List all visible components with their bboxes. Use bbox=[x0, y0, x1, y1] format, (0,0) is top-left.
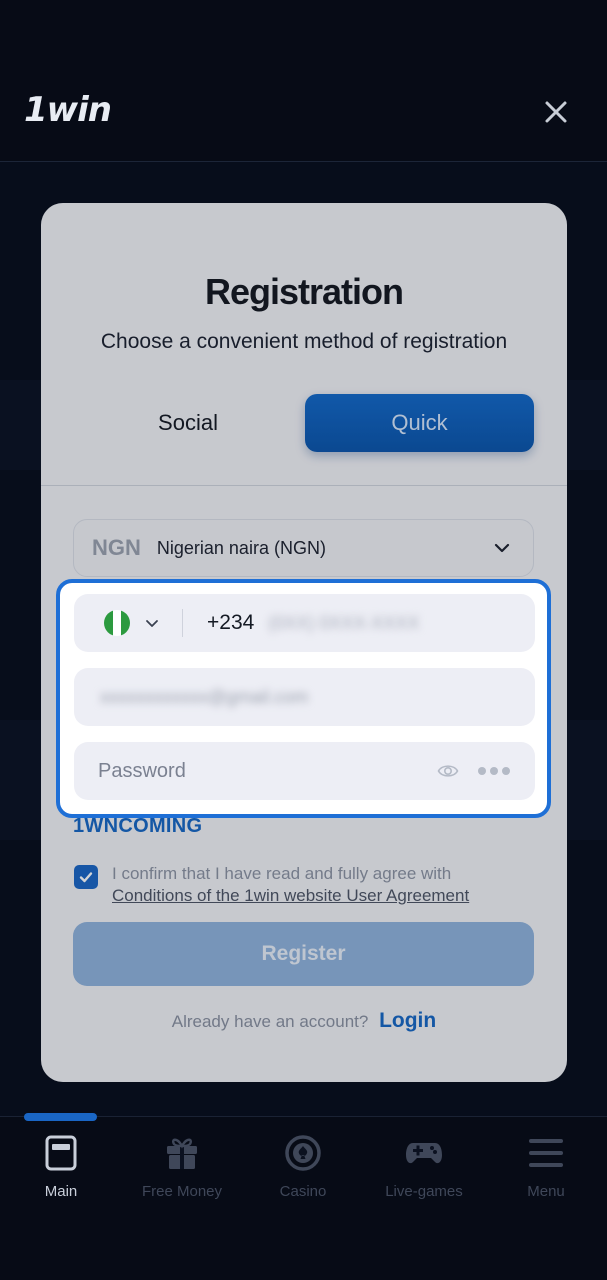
modal-subtitle: Choose a convenient method of registrati… bbox=[100, 330, 508, 353]
divider bbox=[41, 485, 567, 486]
more-icon[interactable] bbox=[477, 764, 511, 778]
divider bbox=[182, 609, 183, 637]
checkmark-icon bbox=[79, 872, 93, 883]
login-row: Already have an account? Login bbox=[41, 1009, 567, 1033]
nav-item-free-money[interactable]: Free Money bbox=[127, 1135, 237, 1200]
active-tab-indicator bbox=[24, 1113, 97, 1121]
agreement-text: I confirm that I have read and fully agr… bbox=[112, 863, 532, 907]
tab-quick[interactable]: Quick bbox=[305, 394, 534, 452]
login-prompt: Already have an account? bbox=[171, 1012, 369, 1031]
header: 1win bbox=[0, 0, 607, 162]
nav-item-main[interactable]: Main bbox=[6, 1135, 116, 1200]
password-field[interactable] bbox=[74, 742, 535, 800]
tab-social[interactable]: Social bbox=[73, 394, 303, 452]
menu-icon bbox=[529, 1139, 563, 1167]
agreement-checkbox[interactable] bbox=[74, 865, 98, 889]
eye-icon[interactable] bbox=[437, 762, 459, 780]
currency-select[interactable]: NGN Nigerian naira (NGN) bbox=[73, 519, 534, 577]
nigeria-flag-icon bbox=[104, 610, 130, 636]
nav-label: Casino bbox=[279, 1183, 327, 1200]
nav-label: Main bbox=[44, 1183, 78, 1200]
promo-code[interactable]: 1WNCOMING bbox=[73, 815, 202, 838]
gamepad-icon bbox=[406, 1143, 442, 1164]
email-field[interactable]: xxxxxxxxxxxx@gmail.com bbox=[74, 668, 535, 726]
bottom-nav: Main Free Money Casino Live-games Menu bbox=[0, 1113, 607, 1280]
nav-item-live-games[interactable]: Live-games bbox=[369, 1135, 479, 1200]
agreement-label: I confirm that I have read and fully agr… bbox=[112, 864, 452, 883]
nav-label: Menu bbox=[527, 1183, 565, 1200]
email-value: xxxxxxxxxxxx@gmail.com bbox=[100, 686, 309, 707]
nav-label: Free Money bbox=[141, 1183, 223, 1200]
modal-title: Registration bbox=[204, 271, 404, 312]
close-button[interactable] bbox=[536, 92, 576, 132]
chevron-down-icon bbox=[494, 543, 510, 553]
chevron-down-icon[interactable] bbox=[144, 615, 160, 631]
phone-field[interactable]: +234 (0XX) 0XXX-XXXX bbox=[74, 594, 535, 652]
phone-number-value: (0XX) 0XXX-XXXX bbox=[268, 612, 420, 633]
gift-icon bbox=[167, 1138, 197, 1169]
login-link[interactable]: Login bbox=[379, 1009, 436, 1032]
register-button[interactable]: Register bbox=[73, 922, 534, 986]
password-input[interactable] bbox=[98, 759, 398, 783]
nav-item-menu[interactable]: Menu bbox=[491, 1135, 601, 1200]
highlighted-fields-group: +234 (0XX) 0XXX-XXXX xxxxxxxxxxxx@gmail.… bbox=[56, 579, 551, 818]
currency-name: Nigerian naira (NGN) bbox=[156, 537, 326, 558]
currency-code: NGN bbox=[92, 535, 141, 560]
logo: 1win bbox=[24, 90, 112, 130]
nav-item-casino[interactable]: Casino bbox=[248, 1135, 358, 1200]
nav-label: Live-games bbox=[385, 1183, 463, 1200]
main-icon bbox=[45, 1135, 77, 1171]
close-icon bbox=[545, 101, 567, 123]
user-agreement-link[interactable]: Conditions of the 1win website User Agre… bbox=[112, 886, 469, 905]
phone-country-code: +234 bbox=[207, 611, 255, 634]
casino-chip-icon bbox=[285, 1135, 321, 1171]
